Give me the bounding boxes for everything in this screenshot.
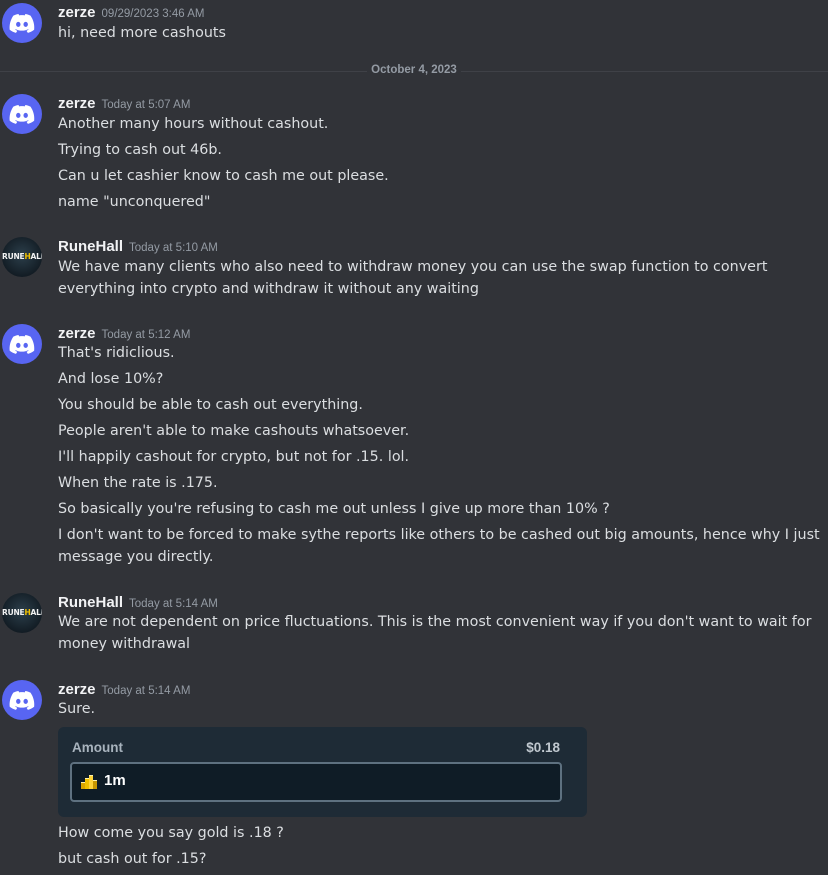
message: zerze Today at 5:12 AM That's ridiclious.… — [0, 321, 828, 571]
message-line: We are not dependent on price fluctuatio… — [58, 614, 812, 652]
message-author[interactable]: zerze — [58, 95, 96, 112]
message: zerze Today at 5:07 AM Another many hours… — [0, 91, 828, 216]
discord-logo-icon — [9, 105, 35, 124]
message-line: I don't want to be forced to make sythe … — [58, 527, 820, 565]
message-author[interactable]: RuneHall — [58, 594, 123, 611]
avatar[interactable] — [2, 324, 42, 364]
message-line: I'll happily cashout for crypto, but not… — [58, 449, 410, 465]
avatar[interactable] — [2, 680, 42, 720]
message-line: When the rate is .175. — [58, 475, 218, 491]
chat-log: zerze 09/29/2023 3:46 AM hi, need more ca… — [0, 0, 828, 875]
message-line: Another many hours without cashout. — [58, 116, 329, 132]
embed-title: Amount — [72, 740, 123, 755]
message-line: Can u let cashier know to cash me out pl… — [58, 168, 389, 184]
runehall-logo: RUNEHALL — [2, 608, 42, 617]
embed-value: $0.18 — [526, 740, 560, 755]
message-line: That's ridiclious. — [58, 345, 175, 361]
message-author[interactable]: zerze — [58, 4, 96, 21]
message-line: And lose 10%? — [58, 371, 164, 387]
avatar[interactable]: RUNEHALL — [2, 237, 42, 277]
message-timestamp: Today at 5:14 AM — [129, 598, 218, 610]
discord-logo-icon — [9, 335, 35, 354]
discord-logo-icon — [9, 691, 35, 710]
avatar[interactable]: RUNEHALL — [2, 593, 42, 633]
message-line: How come you say gold is .18 ? — [58, 825, 284, 841]
runehall-logo: RUNEHALL — [2, 252, 42, 261]
amount-value: 1m — [104, 772, 126, 789]
message: RUNEHALL RuneHall Today at 5:14 AM We are… — [0, 590, 828, 656]
message-line: hi, need more cashouts — [58, 25, 226, 41]
message-line: People aren't able to make cashouts what… — [58, 423, 410, 439]
message-author[interactable]: RuneHall — [58, 238, 123, 255]
amount-field[interactable]: 1m — [70, 762, 562, 802]
message-author[interactable]: zerze — [58, 681, 96, 698]
gold-coins-icon — [81, 775, 97, 789]
message-line: but cash out for .15? — [58, 851, 207, 867]
message-line: name "unconquered" — [58, 194, 211, 210]
message-timestamp: Today at 5:12 AM — [101, 329, 191, 341]
amount-embed: Amount $0.18 1m — [58, 727, 587, 817]
message-timestamp: Today at 5:07 AM — [101, 99, 191, 111]
message-timestamp: Today at 5:14 AM — [101, 685, 191, 697]
discord-logo-icon — [9, 14, 35, 33]
avatar[interactable] — [2, 94, 42, 134]
message-line: You should be able to cash out everythin… — [58, 397, 363, 413]
message-author[interactable]: zerze — [58, 325, 96, 342]
message-line: We have many clients who also need to wi… — [58, 259, 768, 297]
date-divider-label: October 4, 2023 — [0, 64, 828, 76]
message-timestamp: 09/29/2023 3:46 AM — [101, 8, 205, 20]
message: RUNEHALL RuneHall Today at 5:10 AM We hav… — [0, 234, 828, 300]
message-line: Trying to cash out 46b. — [58, 142, 222, 158]
message: zerze 09/29/2023 3:46 AM hi, need more ca… — [0, 0, 828, 50]
message-timestamp: Today at 5:10 AM — [129, 242, 218, 254]
message-line: Sure. — [58, 701, 96, 717]
message-line: So basically you're refusing to cash me … — [58, 501, 610, 517]
avatar[interactable] — [2, 3, 42, 43]
